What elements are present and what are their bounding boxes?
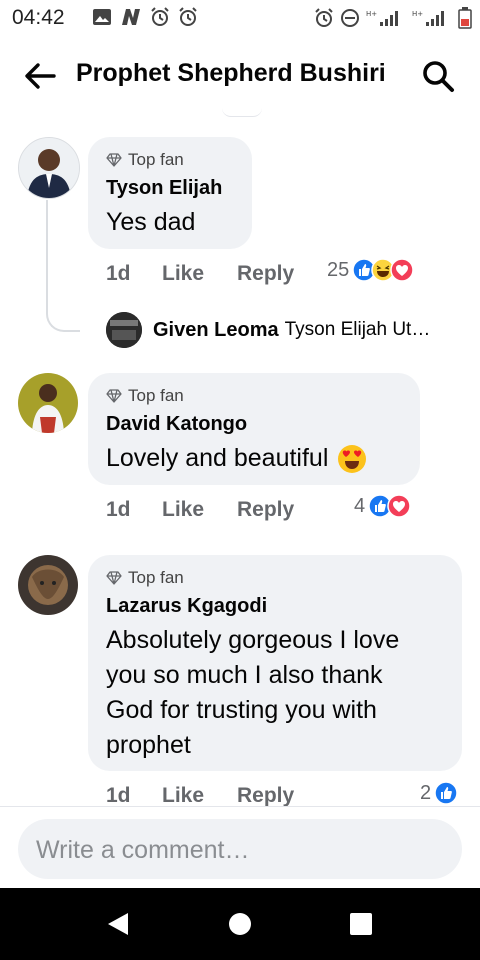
diamond-icon <box>106 389 122 403</box>
comment-composer: Write a comment… <box>0 806 480 889</box>
n-app-icon <box>122 9 140 25</box>
avatar[interactable] <box>18 137 80 199</box>
avatar-image <box>19 138 79 198</box>
reaction-summary[interactable]: 25 <box>327 258 414 282</box>
alarm-icon-2 <box>179 7 197 26</box>
comment-text-line: you so much I also thank <box>106 661 383 689</box>
nav-home-icon[interactable] <box>227 911 253 937</box>
comment-input[interactable]: Write a comment… <box>18 819 462 879</box>
like-button[interactable]: Like <box>162 498 204 522</box>
reply-thread-line <box>46 200 80 332</box>
status-left-icons <box>92 7 198 27</box>
comment-input-placeholder: Write a comment… <box>36 836 250 864</box>
top-fan-badge: Top fan <box>106 150 184 170</box>
badge-label: Top fan <box>128 150 184 169</box>
signal-icon: H+ <box>366 10 398 26</box>
back-button[interactable] <box>22 58 58 94</box>
comment-text-row: Lovely and beautiful <box>106 441 367 476</box>
comment-bubble[interactable]: Top fan Tyson Elijah Yes dad <box>88 137 252 249</box>
gallery-icon <box>93 9 111 25</box>
alarm-icon <box>151 7 169 26</box>
badge-label: Top fan <box>128 568 184 587</box>
nav-back-icon[interactable] <box>104 910 132 938</box>
page-header: Prophet Shepherd Bushiri <box>0 44 480 106</box>
comment-time: 1d <box>106 498 131 521</box>
status-time: 04:42 <box>12 6 65 29</box>
signal-icon-2: H+ <box>412 10 444 26</box>
avatar[interactable] <box>18 555 78 615</box>
nav-recents-icon[interactable] <box>348 911 374 937</box>
top-fan-badge: Top fan <box>106 568 184 588</box>
previous-bubble-edge <box>222 108 262 117</box>
reply-button[interactable]: Reply <box>237 784 294 806</box>
comment-author[interactable]: David Katongo <box>106 413 247 436</box>
comment-text: Lovely and beautiful <box>106 444 329 472</box>
like-button[interactable]: Like <box>162 784 204 806</box>
reply-button[interactable]: Reply <box>237 262 294 286</box>
diamond-icon <box>106 571 122 585</box>
comment-bubble[interactable]: Top fan David Katongo Lovely and beautif… <box>88 373 420 485</box>
comment-text-line: God for trusting you with <box>106 696 377 724</box>
badge-label: Top fan <box>128 386 184 405</box>
like-button[interactable]: Like <box>162 262 204 286</box>
avatar-image <box>106 312 142 348</box>
comment-text: Yes dad <box>106 208 196 236</box>
comment-time: 1d <box>106 262 131 285</box>
top-fan-badge: Top fan <box>106 386 184 406</box>
alarm-icon-3 <box>315 8 333 27</box>
love-reaction-icon <box>390 258 414 282</box>
love-reaction-icon <box>387 494 411 518</box>
svg-text:H+: H+ <box>412 10 423 18</box>
system-nav-bar <box>0 888 480 960</box>
reaction-count: 25 <box>327 258 350 281</box>
comment-time: 1d <box>106 784 131 806</box>
svg-text:H+: H+ <box>366 10 377 18</box>
comment-text: Absolutely gorgeous I love you so much I… <box>106 623 399 763</box>
comment-bubble[interactable]: Top fan Lazarus Kgagodi Absolutely gorge… <box>88 555 462 771</box>
search-button[interactable] <box>420 58 456 94</box>
page-title: Prophet Shepherd Bushiri <box>76 59 386 87</box>
reaction-count: 2 <box>420 781 432 804</box>
search-icon <box>423 61 454 92</box>
avatar[interactable] <box>18 373 78 433</box>
comment-actions-clip: 1d Like Reply 2 <box>0 776 480 806</box>
status-bar: 04:42 H+ H+ <box>0 0 480 36</box>
like-reaction-icon <box>434 781 458 805</box>
comment-author[interactable]: Lazarus Kgagodi <box>106 595 267 618</box>
comment-text-line: Absolutely gorgeous I love <box>106 626 400 654</box>
avatar[interactable] <box>106 312 142 348</box>
heart-eyes-emoji-icon <box>338 444 367 473</box>
reaction-count: 4 <box>354 494 366 517</box>
diamond-icon <box>106 153 122 167</box>
reply-text: Tyson Elijah Ut… <box>284 319 431 340</box>
reply-preview[interactable]: Given Leoma Tyson Elijah Ut… <box>106 312 430 348</box>
comment-text-line: prophet <box>106 731 191 759</box>
reply-button[interactable]: Reply <box>237 498 294 522</box>
reaction-summary[interactable]: 4 <box>354 494 411 518</box>
reaction-summary[interactable]: 2 <box>420 781 458 805</box>
status-right-icons: H+ H+ <box>314 7 472 29</box>
reply-author[interactable]: Given Leoma <box>153 319 279 342</box>
battery-icon <box>458 7 472 29</box>
avatar-image <box>18 373 78 433</box>
comment-author[interactable]: Tyson Elijah <box>106 177 222 200</box>
dnd-icon <box>341 9 359 27</box>
avatar-image <box>18 555 78 615</box>
back-arrow-icon <box>25 63 56 89</box>
